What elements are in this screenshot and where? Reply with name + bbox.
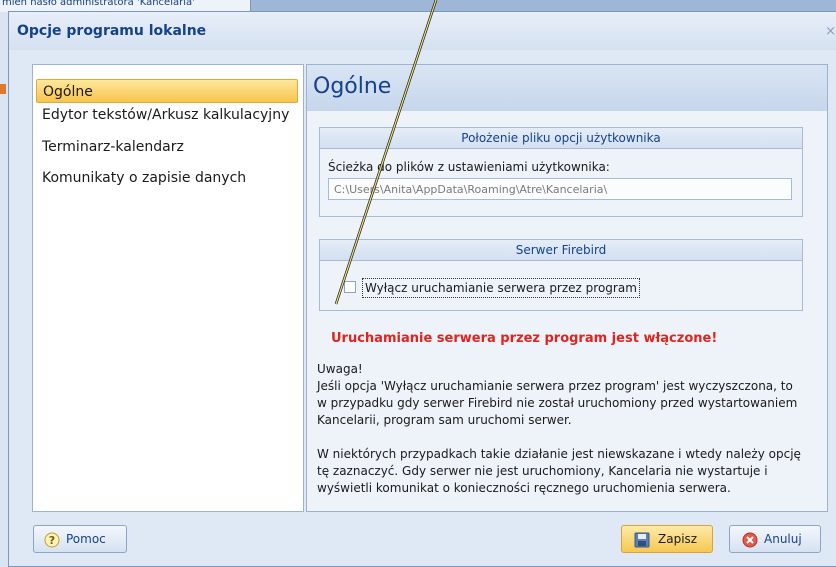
dialog-title: Opcje programu lokalne [17, 23, 207, 39]
user-options-group: Położenie pliku opcji użytkownika Ścieżk… [319, 127, 803, 217]
note-line: tę zaznaczyć. Gdy serwer nie jest urucho… [317, 464, 768, 478]
note-line: w przypadku gdy serwer Firebird nie zost… [317, 396, 798, 410]
options-nav: Ogólne Edytor tekstów/Arkusz kalkulacyjn… [32, 64, 304, 512]
nav-item-editor[interactable]: Edytor tekstów/Arkusz kalkulacyjny [36, 103, 298, 127]
nav-item-general[interactable]: Ogólne [36, 79, 298, 103]
note-line: wyświetli komunikat o konieczności ręczn… [317, 481, 731, 495]
cancel-button[interactable]: Anuluj [729, 525, 821, 553]
nav-item-messages[interactable]: Komunikaty o zapisie danych [36, 166, 298, 190]
server-note: Uwaga! Jeśli opcja 'Wyłącz uruchamianie … [317, 361, 817, 497]
note-line: Jeśli opcja 'Wyłącz uruchamianie serwera… [317, 379, 793, 393]
path-label: Ścieżka do plików z ustawieniami użytkow… [328, 160, 610, 174]
firebird-header: Serwer Firebird [320, 240, 802, 261]
floppy-icon [634, 532, 650, 548]
help-label: Pomoc [66, 532, 106, 546]
close-icon[interactable]: × [825, 24, 836, 39]
disable-server-checkbox[interactable] [344, 281, 356, 293]
save-label: Zapisz [658, 532, 698, 546]
help-button[interactable]: ? Pomoc [33, 525, 127, 553]
nav-item-calendar[interactable]: Terminarz-kalendarz [36, 135, 298, 159]
disable-server-label[interactable]: Wyłącz uruchamianie serwera przez progra… [362, 278, 640, 298]
firebird-group: Serwer Firebird Wyłącz uruchamianie serw… [319, 239, 803, 311]
cancel-icon [742, 532, 758, 548]
background-window-text: mień hasło administratora 'Kancelaria' [2, 0, 195, 8]
options-dialog: Opcje programu lokalne × Ogólne Edytor t… [8, 11, 836, 567]
dialog-titlebar[interactable]: Opcje programu lokalne × [9, 12, 836, 50]
note-line: Uwaga! [317, 362, 363, 376]
save-button[interactable]: Zapisz [621, 525, 713, 553]
note-line: Kancelarii, program sam uruchomi serwer. [317, 413, 572, 427]
options-panel: Ogólne Położenie pliku opcji użytkownika… [306, 64, 828, 512]
panel-header: Ogólne [307, 65, 827, 111]
path-input[interactable] [328, 178, 792, 200]
panel-title: Ogólne [313, 74, 392, 99]
note-line: W niektórych przypadkach takie działanie… [317, 447, 801, 461]
help-icon: ? [44, 532, 60, 548]
cancel-label: Anuluj [764, 532, 802, 546]
svg-text:?: ? [49, 534, 55, 547]
server-warning: Uruchamianie serwera przez program jest … [331, 331, 718, 346]
user-options-header: Położenie pliku opcji użytkownika [320, 128, 802, 149]
background-marker [0, 84, 6, 94]
